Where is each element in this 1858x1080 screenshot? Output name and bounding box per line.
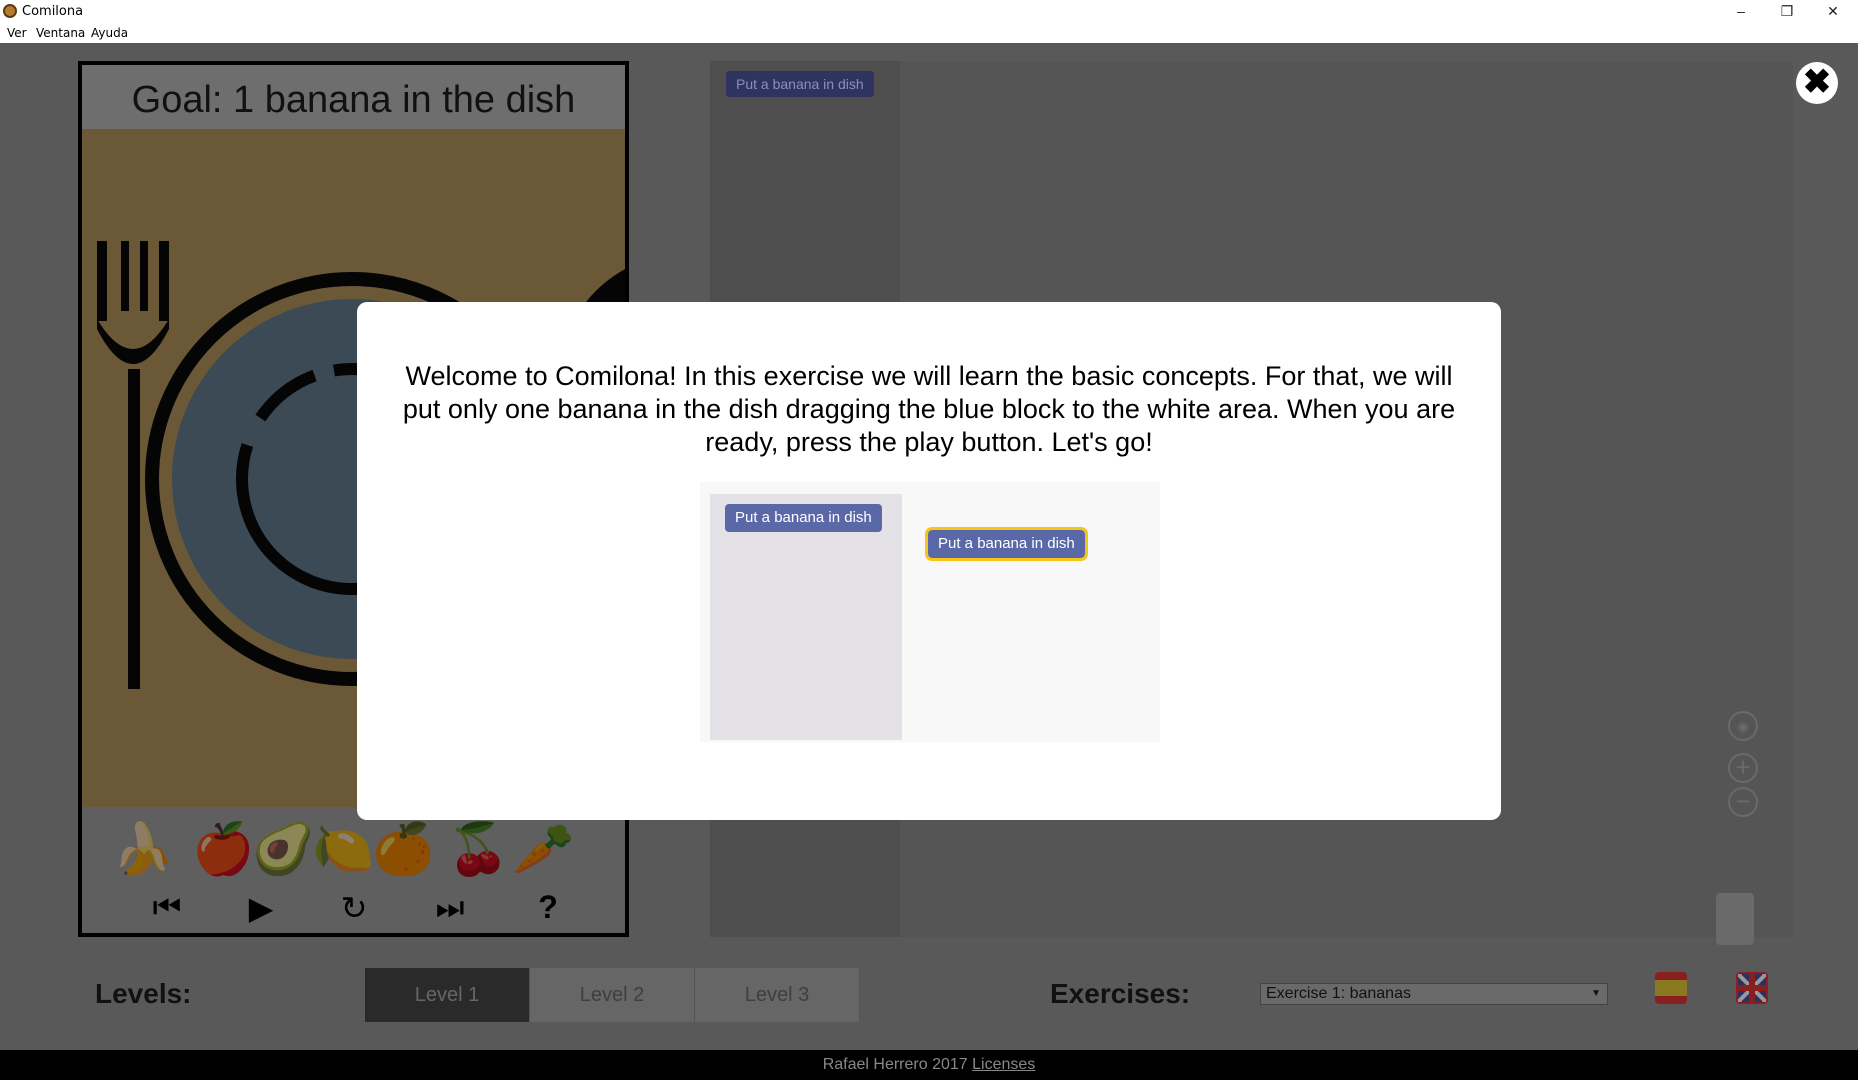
level-3-button[interactable]: Level 3 [695, 968, 860, 1022]
reset-button[interactable]: ↻ [332, 889, 376, 927]
avocado-icon[interactable]: 🥑 [252, 819, 314, 879]
first-step-button[interactable]: ⏮ [145, 889, 189, 927]
menu-bar: Ver Ventana Ayuda [0, 23, 1858, 43]
level-2-button[interactable]: Level 2 [530, 968, 695, 1022]
play-button[interactable]: ▶ [239, 889, 283, 927]
uk-flag-icon[interactable] [1736, 972, 1768, 1004]
exercise-select[interactable]: Exercise 1: bananas ▼ [1260, 983, 1608, 1005]
palette-block-put-banana[interactable]: Put a banana in dish [726, 71, 874, 97]
spain-flag-icon[interactable] [1655, 972, 1687, 1004]
recenter-icon[interactable]: ◉ [1728, 711, 1758, 741]
goal-text: Goal: 1 banana in the dish [82, 65, 625, 129]
next-step-button[interactable]: ⏭ [428, 889, 472, 927]
welcome-message: Welcome to Comilona! In this exercise we… [402, 361, 1456, 457]
footer-credit: Rafael Herrero 2017 [822, 1056, 968, 1073]
footer: Rafael Herrero 2017 Licenses [0, 1050, 1858, 1080]
window-title: Comilona [22, 4, 84, 19]
bottom-bar: Levels: Level 1 Level 2 Level 3 Exercise… [0, 950, 1858, 1050]
orange-icon[interactable]: 🍊 [372, 819, 434, 879]
app-icon [3, 4, 17, 18]
exercise-select-value: Exercise 1: bananas [1266, 985, 1411, 1002]
demo-palette-block: Put a banana in dish [725, 504, 882, 532]
close-window-button[interactable]: ✕ [1810, 0, 1856, 23]
banana-icon[interactable]: 🍌 [112, 819, 174, 879]
help-button[interactable]: ? [526, 889, 570, 926]
restore-button[interactable]: ❐ [1764, 0, 1810, 23]
fruit-tray: 🍌 🍎 🥑 🍋 🍊 🍒 🥕 ⏮ ▶ ↻ ⏭ ? [82, 807, 625, 933]
menu-ayuda[interactable]: Ayuda [91, 26, 128, 40]
menu-ver[interactable]: Ver [7, 26, 27, 40]
apple-icon[interactable]: 🍎 [192, 819, 254, 879]
exercises-label: Exercises: [1050, 978, 1191, 1009]
dropdown-arrow-icon: ▼ [1591, 988, 1601, 999]
title-bar: Comilona – ❐ ✕ [0, 0, 1858, 23]
lemon-icon[interactable]: 🍋 [312, 819, 374, 879]
demo-workspace-block: Put a banana in dish [925, 527, 1088, 561]
licenses-link[interactable]: Licenses [972, 1056, 1035, 1073]
menu-ventana[interactable]: Ventana [36, 26, 85, 40]
trash-icon[interactable] [1716, 893, 1754, 945]
uk-flag-cross-icon [1736, 972, 1768, 1004]
level-1-button[interactable]: Level 1 [365, 968, 530, 1022]
levels-label: Levels: [95, 978, 192, 1009]
minimize-button[interactable]: – [1718, 0, 1764, 23]
carrot-icon[interactable]: 🥕 [512, 819, 574, 879]
welcome-dialog: Welcome to Comilona! In this exercise we… [357, 302, 1501, 820]
zoom-in-icon[interactable]: + [1728, 753, 1758, 783]
cherries-icon[interactable]: 🍒 [447, 819, 509, 879]
demo-illustration: Put a banana in dish Put a banana in dis… [700, 482, 1160, 742]
zoom-out-icon[interactable]: − [1728, 787, 1758, 817]
close-dialog-button[interactable]: ✖ [1796, 62, 1838, 104]
